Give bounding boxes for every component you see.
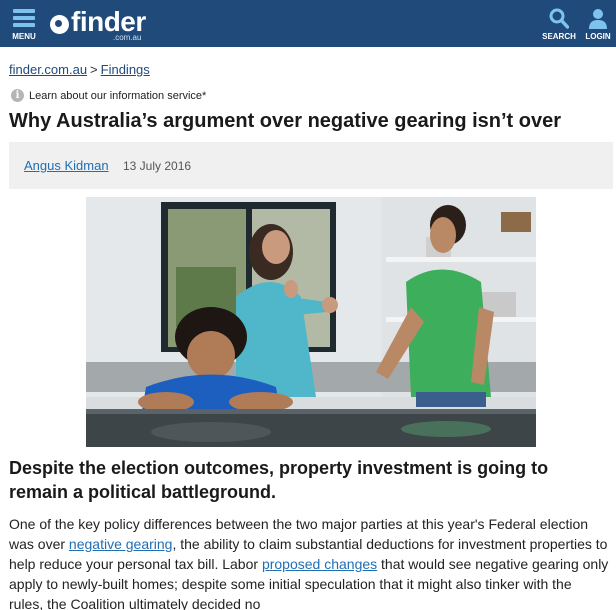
breadcrumb-findings-link[interactable]: Findings [101, 62, 150, 77]
breadcrumb: finder.com.au > Findings [9, 62, 150, 77]
negative-gearing-link[interactable]: negative gearing [69, 536, 173, 552]
user-icon [589, 9, 607, 29]
publish-date: 13 July 2016 [123, 159, 192, 173]
login-label: LOGIN [585, 32, 611, 41]
logo-icon [50, 15, 69, 34]
menu-label: MENU [12, 32, 36, 41]
breadcrumb-home-link[interactable]: finder.com.au [9, 62, 87, 77]
search-label: SEARCH [542, 32, 576, 41]
search-icon [549, 8, 569, 29]
byline: Angus Kidman 13 July 2016 [9, 142, 613, 189]
site-header: MENU finder .com.au SEARCH LOGIN [0, 0, 616, 47]
article-title: Why Australia’s argument over negative g… [9, 110, 562, 132]
breadcrumb-separator: > [90, 62, 98, 77]
logo-domain: .com.au [113, 33, 142, 42]
information-service-text: Learn about our information service* [29, 89, 207, 102]
article-subhead: Despite the election outcomes, property … [9, 458, 549, 502]
author-link[interactable]: Angus Kidman [24, 158, 109, 173]
proposed-changes-link[interactable]: proposed changes [262, 556, 377, 572]
information-service-link[interactable]: i Learn about our information service* [11, 89, 206, 102]
menu-button[interactable]: MENU [8, 7, 40, 41]
search-button[interactable]: SEARCH [541, 7, 577, 41]
login-button[interactable]: LOGIN [580, 7, 616, 41]
article-hero-image [86, 197, 536, 447]
article-body-paragraph: One of the key policy differences betwee… [9, 514, 609, 610]
finder-logo[interactable]: finder .com.au [50, 6, 160, 42]
hamburger-icon [13, 9, 35, 30]
info-icon: i [11, 89, 24, 102]
